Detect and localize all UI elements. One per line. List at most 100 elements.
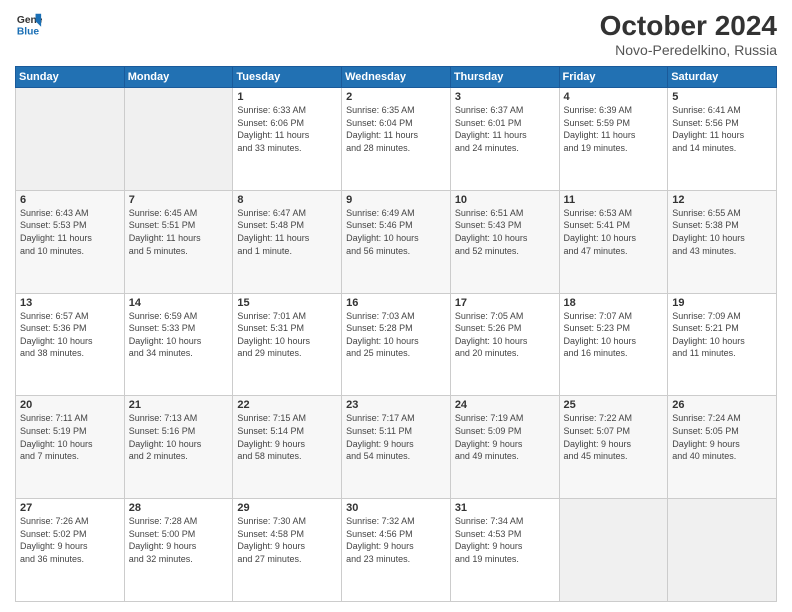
cell-content: Sunrise: 7:11 AMSunset: 5:19 PMDaylight:…	[20, 412, 120, 462]
cell-content: Sunrise: 6:33 AMSunset: 6:06 PMDaylight:…	[237, 104, 337, 154]
day-number: 20	[20, 399, 120, 411]
calendar-cell-0-2: 1Sunrise: 6:33 AMSunset: 6:06 PMDaylight…	[233, 88, 342, 191]
cell-content: Sunrise: 7:34 AMSunset: 4:53 PMDaylight:…	[455, 515, 555, 565]
cell-content: Sunrise: 6:59 AMSunset: 5:33 PMDaylight:…	[129, 310, 229, 360]
calendar-header-row: Sunday Monday Tuesday Wednesday Thursday…	[16, 67, 777, 88]
cell-content: Sunrise: 6:37 AMSunset: 6:01 PMDaylight:…	[455, 104, 555, 154]
calendar-cell-1-0: 6Sunrise: 6:43 AMSunset: 5:53 PMDaylight…	[16, 190, 125, 293]
calendar-cell-3-6: 26Sunrise: 7:24 AMSunset: 5:05 PMDayligh…	[668, 396, 777, 499]
logo: General Blue	[15, 10, 43, 38]
cell-content: Sunrise: 6:57 AMSunset: 5:36 PMDaylight:…	[20, 310, 120, 360]
col-sunday: Sunday	[16, 67, 125, 88]
day-number: 7	[129, 194, 229, 206]
day-number: 12	[672, 194, 772, 206]
week-row-0: 1Sunrise: 6:33 AMSunset: 6:06 PMDaylight…	[16, 88, 777, 191]
cell-content: Sunrise: 7:19 AMSunset: 5:09 PMDaylight:…	[455, 412, 555, 462]
calendar-cell-4-6	[668, 499, 777, 602]
day-number: 6	[20, 194, 120, 206]
calendar-cell-2-0: 13Sunrise: 6:57 AMSunset: 5:36 PMDayligh…	[16, 293, 125, 396]
calendar-cell-4-2: 29Sunrise: 7:30 AMSunset: 4:58 PMDayligh…	[233, 499, 342, 602]
page: General Blue October 2024 Novo-Peredelki…	[0, 0, 792, 612]
day-number: 19	[672, 297, 772, 309]
cell-content: Sunrise: 7:13 AMSunset: 5:16 PMDaylight:…	[129, 412, 229, 462]
cell-content: Sunrise: 6:41 AMSunset: 5:56 PMDaylight:…	[672, 104, 772, 154]
calendar-cell-2-3: 16Sunrise: 7:03 AMSunset: 5:28 PMDayligh…	[342, 293, 451, 396]
cell-content: Sunrise: 6:39 AMSunset: 5:59 PMDaylight:…	[564, 104, 664, 154]
cell-content: Sunrise: 6:43 AMSunset: 5:53 PMDaylight:…	[20, 207, 120, 257]
cell-content: Sunrise: 6:47 AMSunset: 5:48 PMDaylight:…	[237, 207, 337, 257]
calendar-cell-2-1: 14Sunrise: 6:59 AMSunset: 5:33 PMDayligh…	[124, 293, 233, 396]
calendar-cell-1-2: 8Sunrise: 6:47 AMSunset: 5:48 PMDaylight…	[233, 190, 342, 293]
calendar-cell-2-2: 15Sunrise: 7:01 AMSunset: 5:31 PMDayligh…	[233, 293, 342, 396]
calendar-cell-2-5: 18Sunrise: 7:07 AMSunset: 5:23 PMDayligh…	[559, 293, 668, 396]
cell-content: Sunrise: 6:55 AMSunset: 5:38 PMDaylight:…	[672, 207, 772, 257]
main-title: October 2024	[600, 10, 777, 42]
cell-content: Sunrise: 6:51 AMSunset: 5:43 PMDaylight:…	[455, 207, 555, 257]
day-number: 27	[20, 502, 120, 514]
cell-content: Sunrise: 7:22 AMSunset: 5:07 PMDaylight:…	[564, 412, 664, 462]
cell-content: Sunrise: 7:32 AMSunset: 4:56 PMDaylight:…	[346, 515, 446, 565]
cell-content: Sunrise: 7:24 AMSunset: 5:05 PMDaylight:…	[672, 412, 772, 462]
calendar-cell-0-1	[124, 88, 233, 191]
week-row-2: 13Sunrise: 6:57 AMSunset: 5:36 PMDayligh…	[16, 293, 777, 396]
cell-content: Sunrise: 6:45 AMSunset: 5:51 PMDaylight:…	[129, 207, 229, 257]
col-wednesday: Wednesday	[342, 67, 451, 88]
calendar-cell-4-4: 31Sunrise: 7:34 AMSunset: 4:53 PMDayligh…	[450, 499, 559, 602]
day-number: 11	[564, 194, 664, 206]
day-number: 22	[237, 399, 337, 411]
day-number: 30	[346, 502, 446, 514]
calendar-cell-3-1: 21Sunrise: 7:13 AMSunset: 5:16 PMDayligh…	[124, 396, 233, 499]
cell-content: Sunrise: 7:15 AMSunset: 5:14 PMDaylight:…	[237, 412, 337, 462]
logo-icon: General Blue	[15, 10, 43, 38]
calendar-cell-4-3: 30Sunrise: 7:32 AMSunset: 4:56 PMDayligh…	[342, 499, 451, 602]
col-saturday: Saturday	[668, 67, 777, 88]
day-number: 26	[672, 399, 772, 411]
calendar-cell-1-6: 12Sunrise: 6:55 AMSunset: 5:38 PMDayligh…	[668, 190, 777, 293]
day-number: 23	[346, 399, 446, 411]
day-number: 4	[564, 91, 664, 103]
day-number: 5	[672, 91, 772, 103]
calendar-cell-0-6: 5Sunrise: 6:41 AMSunset: 5:56 PMDaylight…	[668, 88, 777, 191]
title-block: October 2024 Novo-Peredelkino, Russia	[600, 10, 777, 58]
cell-content: Sunrise: 7:07 AMSunset: 5:23 PMDaylight:…	[564, 310, 664, 360]
day-number: 3	[455, 91, 555, 103]
calendar-cell-3-4: 24Sunrise: 7:19 AMSunset: 5:09 PMDayligh…	[450, 396, 559, 499]
col-monday: Monday	[124, 67, 233, 88]
day-number: 13	[20, 297, 120, 309]
calendar-cell-4-0: 27Sunrise: 7:26 AMSunset: 5:02 PMDayligh…	[16, 499, 125, 602]
calendar-cell-3-5: 25Sunrise: 7:22 AMSunset: 5:07 PMDayligh…	[559, 396, 668, 499]
calendar-cell-3-2: 22Sunrise: 7:15 AMSunset: 5:14 PMDayligh…	[233, 396, 342, 499]
day-number: 31	[455, 502, 555, 514]
day-number: 9	[346, 194, 446, 206]
day-number: 15	[237, 297, 337, 309]
cell-content: Sunrise: 7:28 AMSunset: 5:00 PMDaylight:…	[129, 515, 229, 565]
day-number: 1	[237, 91, 337, 103]
cell-content: Sunrise: 6:53 AMSunset: 5:41 PMDaylight:…	[564, 207, 664, 257]
cell-content: Sunrise: 6:49 AMSunset: 5:46 PMDaylight:…	[346, 207, 446, 257]
calendar-cell-0-5: 4Sunrise: 6:39 AMSunset: 5:59 PMDaylight…	[559, 88, 668, 191]
calendar-cell-2-6: 19Sunrise: 7:09 AMSunset: 5:21 PMDayligh…	[668, 293, 777, 396]
cell-content: Sunrise: 7:30 AMSunset: 4:58 PMDaylight:…	[237, 515, 337, 565]
day-number: 29	[237, 502, 337, 514]
calendar-cell-2-4: 17Sunrise: 7:05 AMSunset: 5:26 PMDayligh…	[450, 293, 559, 396]
cell-content: Sunrise: 7:03 AMSunset: 5:28 PMDaylight:…	[346, 310, 446, 360]
calendar-cell-1-3: 9Sunrise: 6:49 AMSunset: 5:46 PMDaylight…	[342, 190, 451, 293]
calendar-cell-4-5	[559, 499, 668, 602]
cell-content: Sunrise: 7:01 AMSunset: 5:31 PMDaylight:…	[237, 310, 337, 360]
header: General Blue October 2024 Novo-Peredelki…	[15, 10, 777, 58]
calendar-cell-3-0: 20Sunrise: 7:11 AMSunset: 5:19 PMDayligh…	[16, 396, 125, 499]
calendar-cell-0-0	[16, 88, 125, 191]
week-row-1: 6Sunrise: 6:43 AMSunset: 5:53 PMDaylight…	[16, 190, 777, 293]
calendar-cell-1-1: 7Sunrise: 6:45 AMSunset: 5:51 PMDaylight…	[124, 190, 233, 293]
week-row-4: 27Sunrise: 7:26 AMSunset: 5:02 PMDayligh…	[16, 499, 777, 602]
day-number: 2	[346, 91, 446, 103]
day-number: 25	[564, 399, 664, 411]
cell-content: Sunrise: 7:17 AMSunset: 5:11 PMDaylight:…	[346, 412, 446, 462]
day-number: 10	[455, 194, 555, 206]
day-number: 18	[564, 297, 664, 309]
cell-content: Sunrise: 7:05 AMSunset: 5:26 PMDaylight:…	[455, 310, 555, 360]
day-number: 28	[129, 502, 229, 514]
col-tuesday: Tuesday	[233, 67, 342, 88]
calendar-cell-0-3: 2Sunrise: 6:35 AMSunset: 6:04 PMDaylight…	[342, 88, 451, 191]
cell-content: Sunrise: 6:35 AMSunset: 6:04 PMDaylight:…	[346, 104, 446, 154]
